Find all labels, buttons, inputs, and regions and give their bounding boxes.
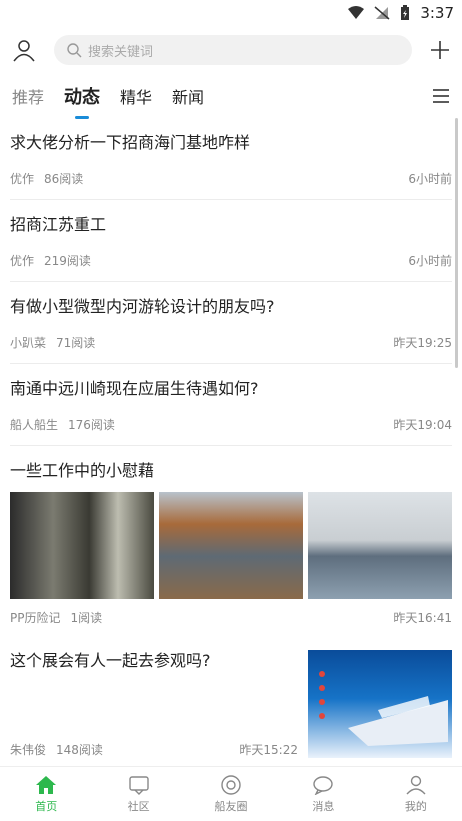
post-time: 昨天19:25 — [393, 336, 452, 350]
nav-home-label: 首页 — [35, 799, 58, 813]
post-author: 优作 — [10, 172, 35, 186]
list-item[interactable]: 这个展会有人一起去参观吗? 朱伟俊 148阅读 昨天15:22 — [10, 638, 452, 766]
post-reads: 176阅读 — [68, 418, 115, 432]
search-placeholder: 搜索关键词 — [88, 44, 154, 60]
list-item[interactable]: 招商江苏重工 优作 219阅读 6小时前 — [10, 200, 452, 282]
post-author: 船人船生 — [10, 418, 59, 432]
post-title: 求大佬分析一下招商海门基地咋样 — [10, 133, 251, 152]
photo-corridor[interactable] — [10, 492, 154, 599]
status-bar: 3:37 — [0, 0, 462, 26]
tab-featured[interactable]: 精华 — [120, 84, 152, 108]
battery-icon — [401, 5, 410, 20]
post-reads: 219阅读 — [44, 254, 91, 268]
tab-bar: 推荐 动态 精华 新闻 — [0, 74, 462, 118]
list-item[interactable]: 南通中远川崎现在应届生待遇如何? 船人船生 176阅读 昨天19:04 — [10, 364, 452, 446]
post-author: 朱伟俊 — [10, 743, 47, 757]
nav-messages-label: 消息 — [312, 799, 335, 813]
expo-poster-thumbnail[interactable] — [308, 650, 452, 758]
nav-messages[interactable]: 消息 — [277, 767, 369, 821]
post-title: 招商江苏重工 — [10, 215, 107, 234]
list-item[interactable]: 求大佬分析一下招商海门基地咋样 优作 86阅读 6小时前 — [10, 118, 452, 200]
home-icon — [36, 775, 57, 794]
post-reads: 148阅读 — [56, 743, 103, 757]
nav-me-label: 我的 — [404, 799, 427, 813]
tab-news[interactable]: 新闻 — [172, 84, 204, 108]
post-reads: 86阅读 — [44, 172, 84, 186]
nav-community[interactable]: 社区 — [92, 767, 184, 821]
post-author: 小趴菜 — [10, 336, 47, 350]
post-author: 优作 — [10, 254, 35, 268]
nav-me[interactable]: 我的 — [370, 767, 462, 821]
circle-icon — [221, 774, 241, 795]
status-time: 3:37 — [420, 4, 454, 22]
community-icon — [128, 775, 149, 795]
add-icon[interactable] — [430, 40, 450, 60]
feed-list[interactable]: 求大佬分析一下招商海门基地咋样 优作 86阅读 6小时前 招商江苏重工 优作 219阅… — [0, 118, 462, 766]
photo-shipyard[interactable] — [159, 492, 303, 599]
nav-circle[interactable]: 船友圈 — [185, 767, 277, 821]
photo-river-port[interactable] — [308, 492, 452, 599]
search-input[interactable]: 搜索关键词 — [54, 35, 412, 65]
tab-recommend[interactable]: 推荐 — [12, 84, 44, 108]
ship-illustration — [319, 671, 448, 746]
scrollbar[interactable] — [455, 118, 458, 368]
post-title: 有做小型微型内河游轮设计的朋友吗? — [10, 297, 275, 316]
post-time: 昨天16:41 — [393, 611, 452, 625]
post-time: 6小时前 — [408, 172, 452, 186]
search-icon — [67, 43, 82, 58]
post-reads: 1阅读 — [70, 611, 103, 625]
post-time: 昨天15:22 — [239, 743, 298, 757]
list-item[interactable]: 有做小型微型内河游轮设计的朋友吗? 小趴菜 71阅读 昨天19:25 — [10, 282, 452, 364]
wifi-icon — [348, 6, 365, 19]
post-title: 南通中远川崎现在应届生待遇如何? — [10, 379, 259, 398]
post-time: 昨天19:04 — [393, 418, 452, 432]
bottom-nav: 首页 社区 船友圈 消息 我的 — [0, 766, 462, 821]
post-reads: 71阅读 — [56, 336, 96, 350]
profile-icon[interactable] — [12, 38, 36, 62]
post-title: 这个展会有人一起去参观吗? — [10, 651, 211, 670]
post-time: 6小时前 — [408, 254, 452, 268]
nav-circle-label: 船友圈 — [214, 799, 248, 813]
menu-icon[interactable] — [432, 88, 450, 104]
nav-community-label: 社区 — [127, 799, 150, 813]
message-icon — [313, 775, 334, 795]
list-item[interactable]: 一些工作中的小慰藉 PP历险记 1阅读 昨天16:41 — [10, 446, 452, 638]
profile-icon — [406, 775, 426, 794]
tab-dynamic[interactable]: 动态 — [64, 83, 100, 109]
top-bar: 搜索关键词 — [0, 26, 462, 74]
post-author: PP历险记 — [10, 611, 61, 625]
post-title: 一些工作中的小慰藉 — [10, 461, 155, 480]
no-signal-icon — [374, 6, 390, 20]
nav-home[interactable]: 首页 — [0, 767, 92, 821]
